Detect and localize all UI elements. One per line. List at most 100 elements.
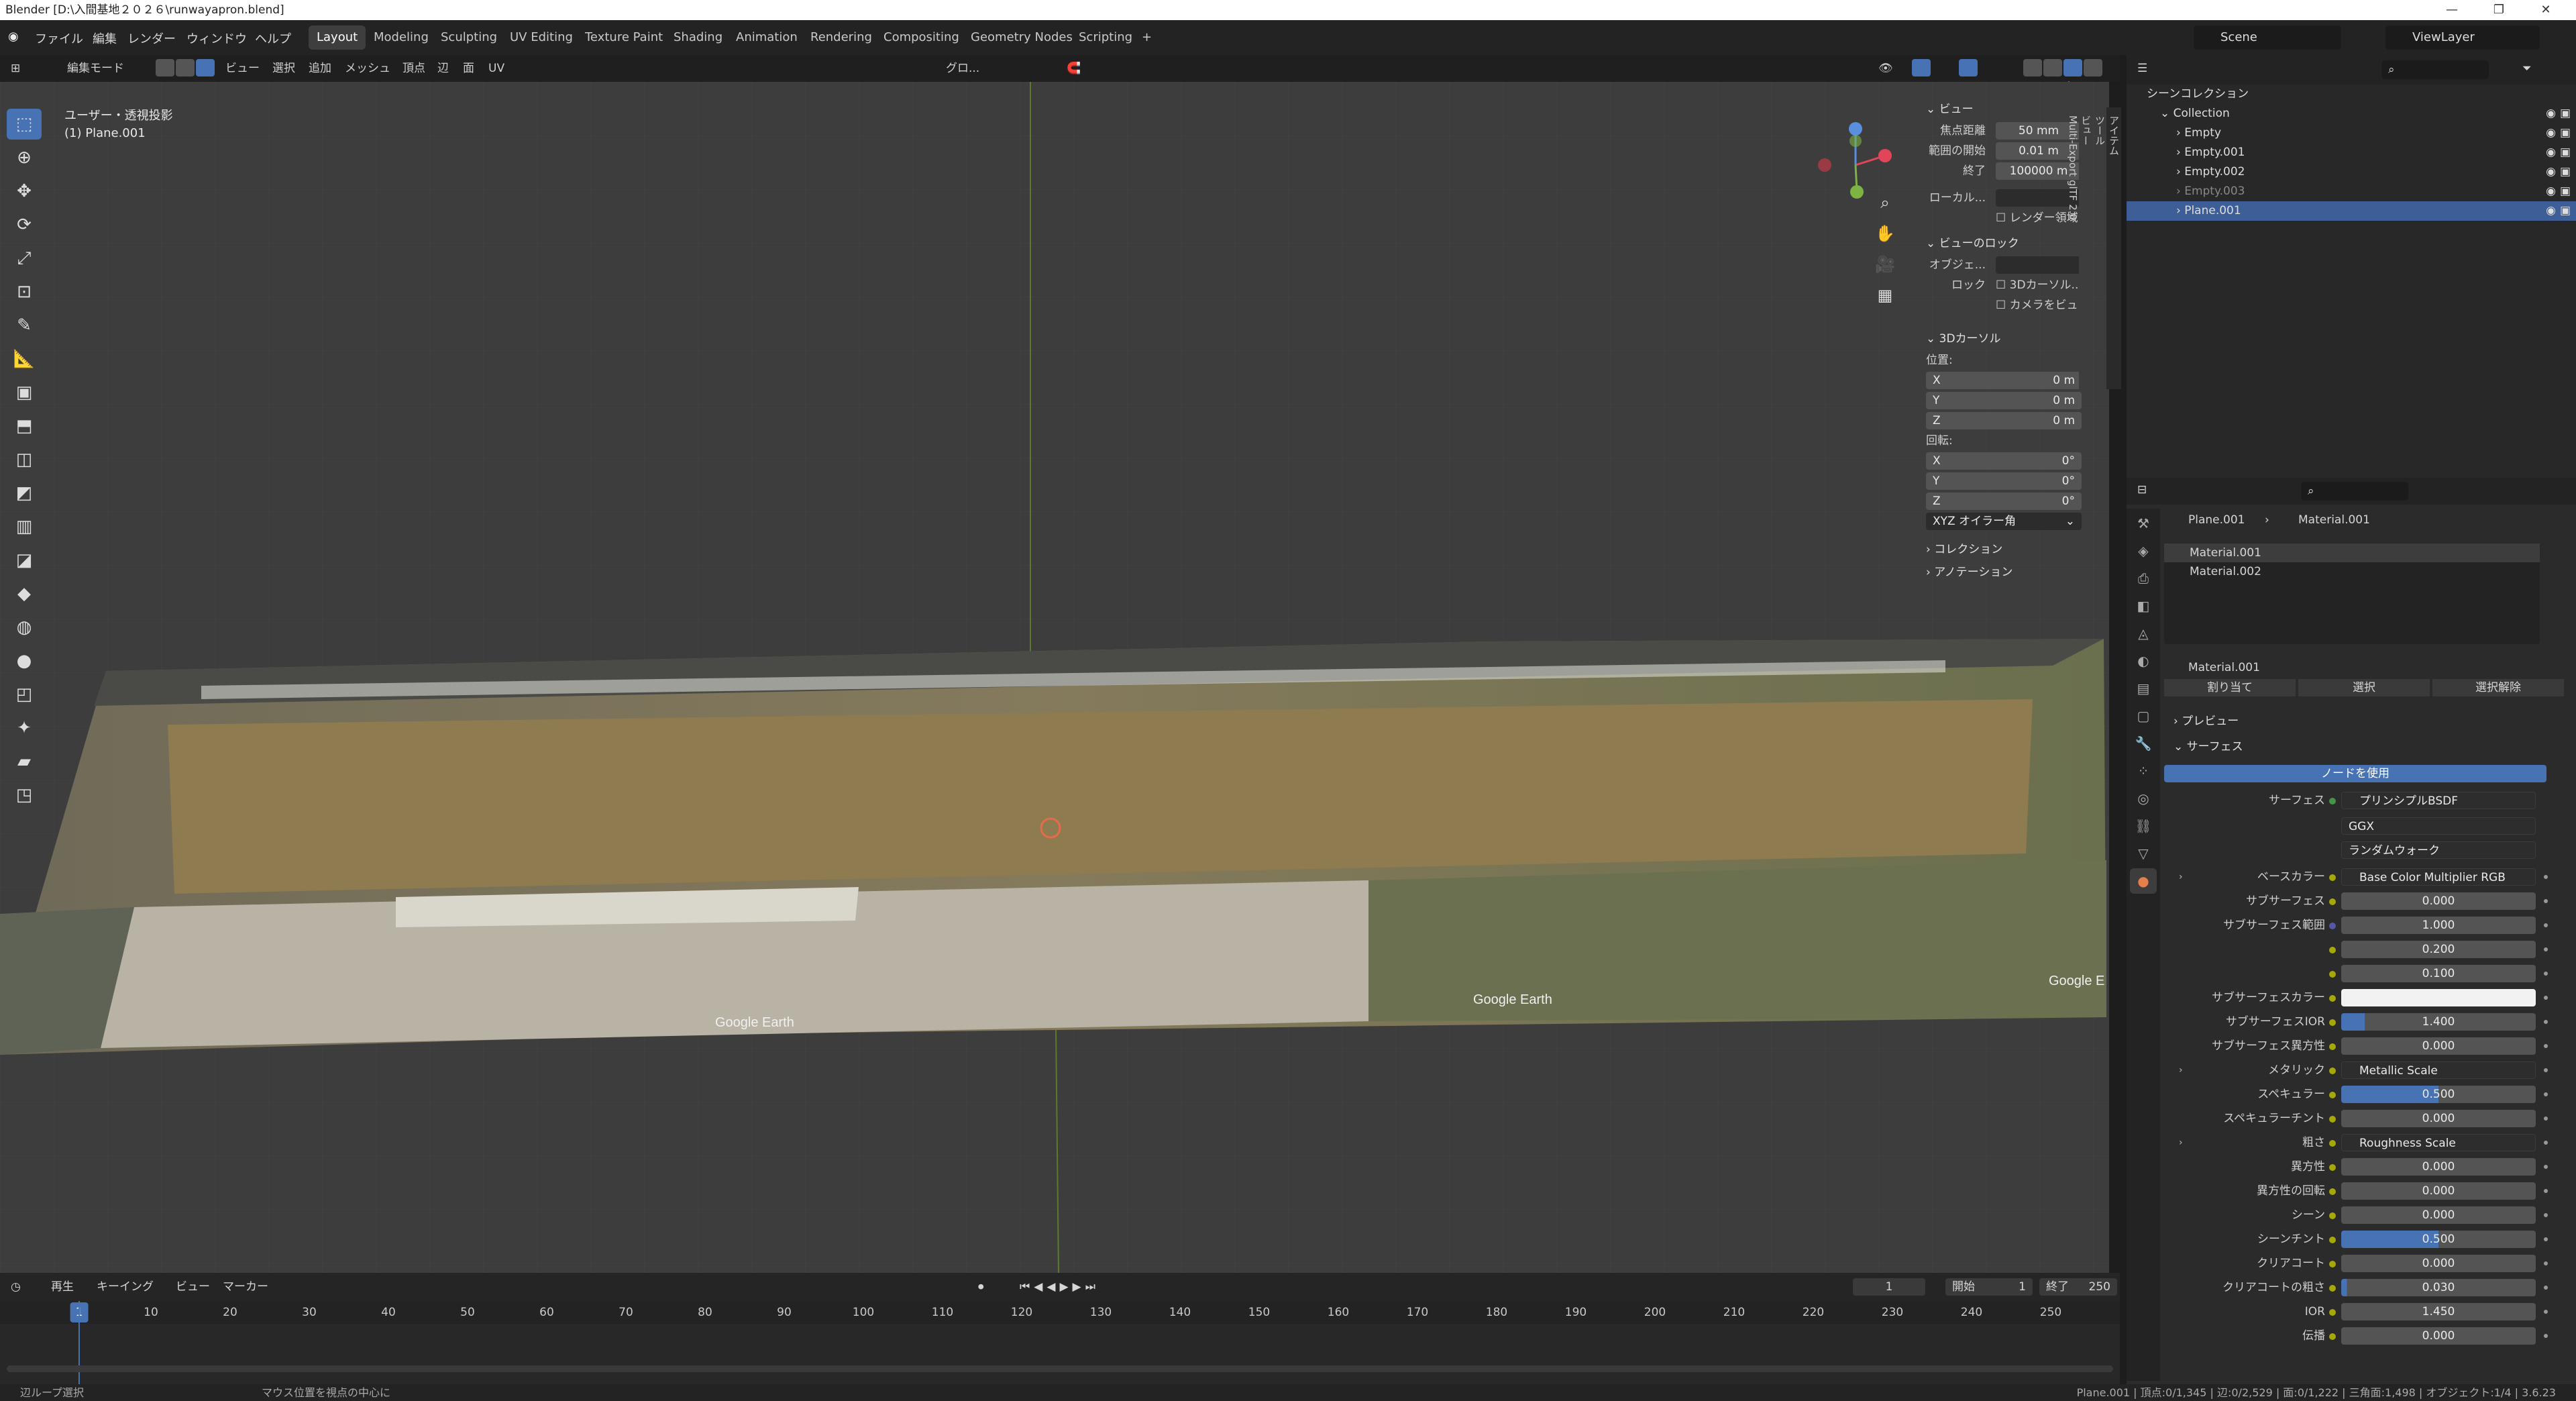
eye-icon[interactable]: ◉ [2546, 123, 2556, 143]
scene-tab-icon[interactable]: ◬ [2130, 621, 2157, 646]
keyframe-dot-icon[interactable] [2544, 972, 2548, 976]
outliner-item-plane-001[interactable]: › Plane.001 ◉ ▣ [2127, 201, 2576, 221]
socket-icon[interactable] [2329, 923, 2336, 929]
deselect-button[interactable]: 選択解除 [2432, 679, 2564, 696]
eye-icon[interactable]: ◉ [2546, 104, 2556, 123]
collection-row[interactable]: ⌄ Collection ◉ ▣ [2127, 104, 2576, 123]
scene-selector[interactable]: Scene [2194, 25, 2341, 50]
edge-select-button[interactable] [176, 59, 195, 76]
playback-controls[interactable]: ⏮◀◀▶▶⏭ [1020, 1273, 1099, 1301]
shading-wireframe[interactable] [2023, 59, 2042, 76]
value-slider[interactable]: 0.000 [2341, 1158, 2536, 1176]
poly-build-tool[interactable]: ◆ [7, 578, 42, 609]
socket-icon[interactable] [2329, 1092, 2336, 1098]
cursor-loc-z[interactable]: Z0 m [1926, 412, 2082, 429]
transform-tool[interactable]: ⊡ [7, 276, 42, 307]
tab-scripting[interactable]: Scripting [1071, 25, 1140, 50]
rip-tool[interactable]: ◳ [7, 780, 42, 811]
add-workspace-button[interactable]: + [1134, 25, 1160, 50]
camera-icon[interactable]: ▣ [2560, 143, 2571, 162]
value-slider[interactable]: 1.400 [2341, 1013, 2536, 1031]
menu-vertex[interactable]: 頂点 [402, 55, 425, 82]
cursor-tool[interactable]: ⊕ [7, 142, 42, 173]
socket-icon[interactable] [2329, 1140, 2336, 1147]
keyframe-dot-icon[interactable] [2544, 1310, 2548, 1314]
face-select-button[interactable] [196, 59, 215, 76]
keyframe-dot-icon[interactable] [2544, 1213, 2548, 1217]
menu-render[interactable]: レンダー [127, 30, 176, 47]
preview-section[interactable]: › プレビュー [2167, 710, 2572, 733]
menu-edge[interactable]: 辺 [437, 55, 449, 82]
eye-icon[interactable]: ◉ [2546, 201, 2556, 221]
socket-icon[interactable] [2329, 1285, 2336, 1292]
keyframe-dot-icon[interactable] [2544, 1092, 2548, 1096]
menu-tl-view[interactable]: ビュー [176, 1273, 210, 1301]
inset-tool[interactable]: ◫ [7, 444, 42, 475]
render-tab-icon[interactable]: ◈ [2130, 538, 2157, 564]
move-tool[interactable]: ✥ [7, 176, 42, 207]
sss-method-dropdown[interactable]: ランダムウォーク [2341, 841, 2536, 859]
eye-icon[interactable]: ◉ [2546, 182, 2556, 201]
visibility-icon[interactable]: 👁 [1878, 55, 1893, 82]
keyframe-dot-icon[interactable] [2544, 875, 2548, 879]
record-icon[interactable]: ⏺ [978, 1273, 984, 1301]
keyframe-dot-icon[interactable] [2544, 1334, 2548, 1338]
tab-gltf-export[interactable]: Multi-Export glTF 2.0 [2067, 107, 2079, 389]
socket-icon[interactable] [2329, 1261, 2336, 1267]
surface-shader-field[interactable]: プリンシプルBSDF [2341, 792, 2536, 809]
3d-viewport[interactable]: Google Earth Google Earth Google E ⬚ ⊕ ✥… [0, 82, 2109, 1273]
measure-tool[interactable]: 📐 [7, 344, 42, 374]
tab-geometry-nodes[interactable]: Geometry Nodes [963, 25, 1081, 50]
value-slider[interactable]: 0.000 [2341, 1110, 2536, 1127]
editor-type-icon[interactable]: ⊞ [11, 55, 20, 82]
constraints-tab-icon[interactable]: ⛓ [2130, 813, 2157, 839]
eye-icon[interactable]: ◉ [2546, 162, 2556, 182]
shading-solid[interactable] [2043, 59, 2062, 76]
annotate-tool[interactable]: ✎ [7, 310, 42, 341]
data-tab-icon[interactable]: ▽ [2130, 841, 2157, 866]
tab-sculpting[interactable]: Sculpting [433, 25, 505, 50]
keyframe-dot-icon[interactable] [2544, 899, 2548, 903]
camera-view-icon[interactable]: 🎥 [1872, 251, 1898, 278]
timeline-scrollbar[interactable] [7, 1365, 2113, 1372]
value-slider[interactable]: 0.200 [2341, 941, 2536, 958]
color-swatch[interactable] [2341, 989, 2536, 1006]
keyframe-dot-icon[interactable] [2544, 1165, 2548, 1169]
camera-icon[interactable]: ▣ [2560, 123, 2571, 143]
knife-tool[interactable]: ◪ [7, 545, 42, 576]
tab-tool[interactable]: ツール [2093, 107, 2107, 389]
ortho-grid-icon[interactable]: ▦ [1872, 282, 1898, 309]
viewlayer-selector[interactable]: ViewLayer [2385, 25, 2540, 50]
menu-uv[interactable]: UV [488, 55, 504, 82]
linked-input-field[interactable]: Metallic Scale [2341, 1061, 2536, 1079]
current-frame-field[interactable]: 1 [1853, 1278, 1925, 1296]
socket-icon[interactable] [2329, 898, 2336, 905]
rotation-mode-dropdown[interactable]: XYZ オイラー角 ⌄ [1926, 513, 2082, 530]
menu-view[interactable]: ビュー [225, 55, 260, 82]
keyframe-dot-icon[interactable] [2544, 1189, 2548, 1193]
end-frame-field[interactable]: 終了 250 [2039, 1278, 2117, 1296]
keyframe-dot-icon[interactable] [2544, 1237, 2548, 1241]
keyframe-dot-icon[interactable] [2544, 1261, 2548, 1265]
keyframe-dot-icon[interactable] [2544, 1044, 2548, 1048]
tab-layout[interactable]: Layout [309, 25, 366, 50]
select-button[interactable]: 選択 [2298, 679, 2430, 696]
bevel-tool[interactable]: ◩ [7, 478, 42, 509]
assign-button[interactable]: 割り当て [2164, 679, 2296, 696]
keyframe-dot-icon[interactable] [2544, 947, 2548, 951]
socket-icon[interactable] [2329, 1188, 2336, 1195]
tool-tab-icon[interactable]: ⚒ [2130, 511, 2157, 536]
socket-icon[interactable] [2329, 874, 2336, 881]
minimize-button[interactable]: — [2428, 0, 2475, 20]
menu-keying[interactable]: キーイング [97, 1273, 154, 1301]
socket-icon[interactable] [2329, 1237, 2336, 1243]
menu-playback[interactable]: 再生 [51, 1273, 74, 1301]
value-slider[interactable]: 0.100 [2341, 965, 2536, 982]
output-tab-icon[interactable]: ⎙ [2130, 566, 2157, 591]
smooth-tool[interactable]: ● [7, 645, 42, 676]
tab-texture-paint[interactable]: Texture Paint [577, 25, 671, 50]
camera-icon[interactable]: ▣ [2560, 201, 2571, 221]
world-tab-icon[interactable]: ◐ [2130, 648, 2157, 674]
physics-tab-icon[interactable]: ◎ [2130, 786, 2157, 811]
cursor-rot-x[interactable]: X 0° [1926, 452, 2082, 470]
